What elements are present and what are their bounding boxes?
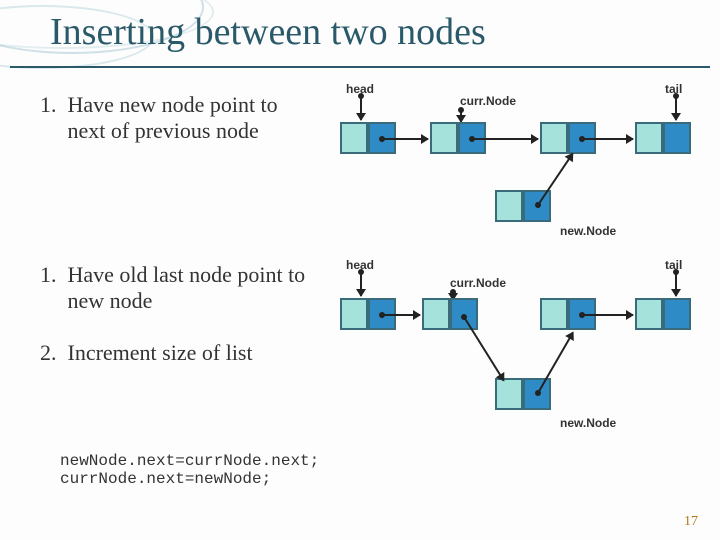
head-pointer <box>360 272 362 296</box>
step-1: 1. Have new node point to next of previo… <box>40 92 320 145</box>
label-newnode: new.Node <box>560 416 616 430</box>
link-1-2 <box>382 138 428 140</box>
step-2: 1. Have old last node point to new node <box>40 262 320 315</box>
label-currnode: curr.Node <box>450 276 506 290</box>
step-number: 1. <box>40 92 62 118</box>
step-number: 2. <box>40 340 62 366</box>
link-new-3 <box>537 332 574 394</box>
link-3-4 <box>582 314 633 316</box>
code-block: newNode.next=currNode.next; currNode.nex… <box>60 452 319 488</box>
tail-pointer <box>675 96 677 120</box>
step-text: Have new node point to next of previous … <box>68 92 308 145</box>
link-2-new <box>463 316 504 381</box>
label-newnode: new.Node <box>560 224 616 238</box>
link-1-2 <box>382 314 420 316</box>
label-currnode: curr.Node <box>460 94 516 108</box>
step-text: Have old last node point to new node <box>68 262 308 315</box>
code-line-2: currNode.next=newNode; <box>60 470 271 488</box>
page-number: 17 <box>684 514 698 530</box>
page-title: Inserting between two nodes <box>50 10 486 54</box>
code-line-1: newNode.next=currNode.next; <box>60 452 319 470</box>
link-new-3 <box>537 153 573 206</box>
step-number: 1. <box>40 262 62 288</box>
title-underline <box>10 66 710 68</box>
step-3: 2. Increment size of list <box>40 340 320 366</box>
step-text: Increment size of list <box>68 340 308 366</box>
node-4 <box>635 122 691 154</box>
node-4 <box>635 298 691 330</box>
diagram-1: head tail curr.Node new.Node <box>330 82 700 242</box>
link-3-4 <box>582 138 633 140</box>
currnode-pointer <box>460 110 462 122</box>
diagram-2: head tail curr.Node new.Node <box>330 258 700 438</box>
link-2-3 <box>472 138 538 140</box>
tail-pointer <box>675 272 677 296</box>
head-pointer <box>360 96 362 120</box>
